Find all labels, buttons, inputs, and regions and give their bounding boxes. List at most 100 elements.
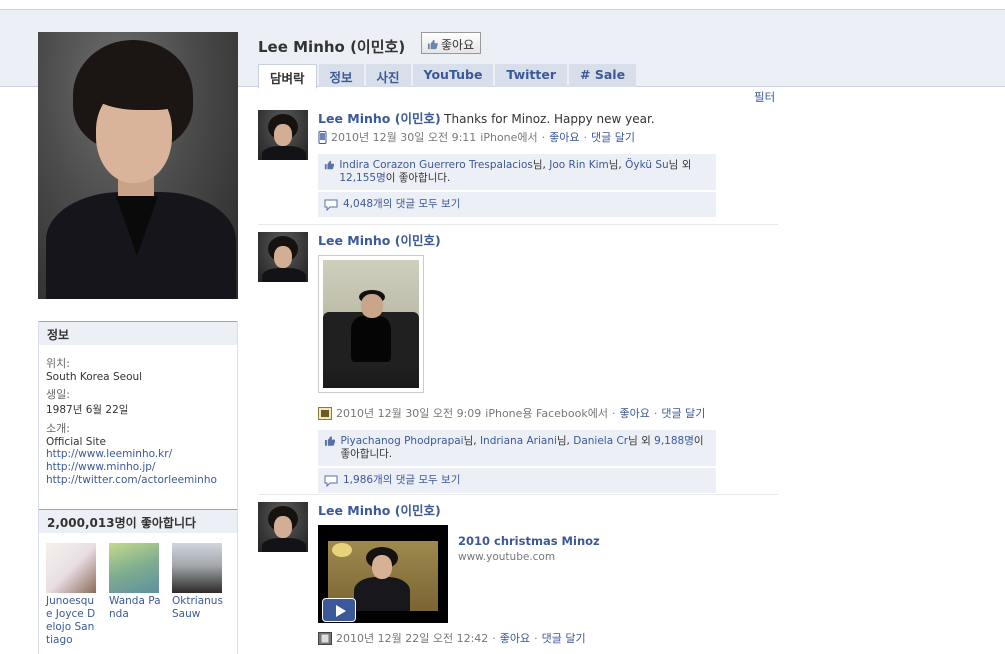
comment-action[interactable]: 댓글 달기 bbox=[542, 630, 586, 646]
liker-separator: 님, bbox=[463, 435, 477, 447]
video-source: www.youtube.com bbox=[458, 551, 556, 563]
video-thumbnail[interactable] bbox=[318, 525, 448, 623]
fan-avatar[interactable] bbox=[46, 543, 96, 593]
fan-name[interactable]: Oktrianus Sauw bbox=[172, 595, 224, 621]
liker-separator: 님, bbox=[608, 159, 622, 171]
story-time[interactable]: 2010년 12월 22일 오전 12:42 bbox=[336, 630, 488, 646]
page-title[interactable]: Lee Minho (이민호) bbox=[258, 36, 405, 57]
info-box: 정보 위치: South Korea Seoul 생일: 1987년 6월 22… bbox=[38, 321, 238, 654]
film-strip-icon bbox=[318, 631, 332, 645]
likes-summary: Indira Corazon Guerrero Trespalacios님, J… bbox=[318, 154, 716, 190]
story-meta: 2010년 12월 30일 오전 9:09 iPhone용 Facebook에서… bbox=[318, 405, 718, 421]
fan-item[interactable]: Junoesque Joyce Delojo Santiago bbox=[46, 543, 98, 647]
location-value: South Korea Seoul bbox=[46, 371, 143, 383]
fan-item[interactable]: Oktrianus Sauw bbox=[172, 543, 224, 621]
story-actor[interactable]: Lee Minho (이민호) bbox=[318, 503, 441, 518]
story-avatar[interactable] bbox=[258, 232, 308, 282]
liker-name[interactable]: Indira Corazon Guerrero Trespalacios bbox=[339, 159, 533, 171]
story-source: iPhone에서 bbox=[480, 131, 538, 144]
meta-separator: · bbox=[541, 130, 546, 144]
photo-attachment[interactable] bbox=[318, 255, 424, 393]
play-icon[interactable] bbox=[322, 598, 356, 622]
video-attachment: 2010 christmas Minoz www.youtube.com bbox=[318, 525, 718, 623]
comment-action[interactable]: 댓글 달기 bbox=[591, 129, 635, 145]
comment-action[interactable]: 댓글 달기 bbox=[661, 405, 705, 421]
meta-separator: · bbox=[653, 406, 658, 420]
others-prefix: 외 bbox=[681, 159, 692, 171]
fan-avatar[interactable] bbox=[109, 543, 159, 593]
liker-separator: 님 bbox=[668, 159, 679, 171]
view-comments-row[interactable]: 1,986개의 댓글 모두 보기 bbox=[318, 468, 716, 493]
thumbs-up-icon bbox=[324, 436, 336, 446]
liker-name[interactable]: Daniela Cr bbox=[573, 435, 628, 447]
tab-photos[interactable]: 사진 bbox=[365, 64, 411, 87]
twitter-link[interactable]: http://twitter.com/actorleeminho bbox=[46, 474, 230, 487]
like-action[interactable]: 좋아요 bbox=[549, 129, 579, 145]
tab-wall[interactable]: 담벼락 bbox=[258, 64, 317, 89]
story-actor[interactable]: Lee Minho (이민호) bbox=[318, 233, 441, 248]
like-action[interactable]: 좋아요 bbox=[500, 630, 530, 646]
others-count-link[interactable]: 9,188명 bbox=[654, 435, 694, 447]
story-avatar[interactable] bbox=[258, 502, 308, 552]
like-page-button[interactable]: 좋아요 bbox=[421, 32, 482, 54]
liker-name[interactable]: Joo Rin Kim bbox=[549, 159, 609, 171]
view-all-comments-link[interactable]: 4,048개의 댓글 모두 보기 bbox=[343, 198, 460, 211]
likes-summary: Piyachanog Phodprapai님, Indriana Ariani님… bbox=[318, 430, 716, 466]
mobile-phone-icon bbox=[318, 130, 327, 144]
comment-bubble-icon bbox=[324, 199, 338, 211]
website-link-1[interactable]: http://www.leeminho.kr/ bbox=[46, 448, 230, 461]
meta-separator: · bbox=[583, 130, 588, 144]
liker-name[interactable]: Indriana Ariani bbox=[480, 435, 557, 447]
liker-name[interactable]: Öykü Su bbox=[625, 159, 669, 171]
story-actor[interactable]: Lee Minho (이민호) bbox=[318, 111, 441, 126]
story-meta: 2010년 12월 22일 오전 12:42 · 좋아요 · 댓글 달기 bbox=[318, 630, 718, 646]
liker-separator: 님, bbox=[532, 159, 546, 171]
photo-app-icon bbox=[318, 406, 332, 420]
meta-separator: · bbox=[611, 406, 616, 420]
liker-separator: 님 bbox=[628, 435, 638, 447]
like-action[interactable]: 좋아요 bbox=[619, 405, 649, 421]
view-comments-row[interactable]: 4,048개의 댓글 모두 보기 bbox=[318, 192, 716, 217]
tab-bar: 담벼락 정보 사진 YouTube Twitter # Sale bbox=[258, 64, 638, 89]
tab-twitter[interactable]: Twitter bbox=[495, 64, 568, 87]
story-message: Thanks for Minoz. Happy new year. bbox=[444, 112, 655, 126]
likes-suffix: 이 좋아합니다. bbox=[385, 172, 451, 184]
story-time[interactable]: 2010년 12월 30일 오전 9:09 bbox=[336, 405, 481, 421]
story-time[interactable]: 2010년 12월 30일 오전 9:11 bbox=[331, 129, 476, 145]
profile-picture[interactable] bbox=[38, 32, 238, 299]
birthday-label: 생일: bbox=[46, 388, 70, 401]
others-count-link[interactable]: 12,155명 bbox=[339, 172, 385, 184]
liker-name[interactable]: Piyachanog Phodprapai bbox=[340, 435, 463, 447]
likes-count-heading[interactable]: 2,000,013명이 좋아합니다 bbox=[39, 509, 237, 533]
meta-separator: · bbox=[492, 631, 496, 645]
story-source: iPhone용 Facebook에서 bbox=[485, 407, 608, 420]
others-prefix: 외 bbox=[641, 435, 651, 447]
story-divider bbox=[258, 224, 778, 225]
like-button-label: 좋아요 bbox=[441, 37, 475, 52]
fan-item[interactable]: Wanda Panda bbox=[109, 543, 161, 621]
tab-youtube[interactable]: YouTube bbox=[412, 64, 494, 87]
story-divider bbox=[258, 494, 778, 495]
liker-separator: 님, bbox=[556, 435, 570, 447]
fan-avatar[interactable] bbox=[172, 543, 222, 593]
about-label: 소개: bbox=[46, 422, 70, 435]
tab-info[interactable]: 정보 bbox=[318, 64, 364, 87]
fan-name[interactable]: Junoesque Joyce Delojo Santiago bbox=[46, 595, 98, 647]
meta-separator: · bbox=[534, 631, 538, 645]
thumbs-up-icon bbox=[324, 160, 335, 170]
tab-sale[interactable]: # Sale bbox=[569, 64, 637, 87]
official-site-label: Official Site bbox=[46, 436, 106, 448]
video-title-link[interactable]: 2010 christmas Minoz bbox=[458, 534, 600, 548]
location-label: 위치: bbox=[46, 357, 70, 370]
website-link-2[interactable]: http://www.minho.jp/ bbox=[46, 461, 230, 474]
filter-link[interactable]: 필터 bbox=[754, 89, 775, 105]
info-heading: 정보 bbox=[39, 321, 237, 345]
thumbs-up-icon bbox=[427, 39, 438, 49]
fan-name[interactable]: Wanda Panda bbox=[109, 595, 161, 621]
birthday-value: 1987년 6월 22일 bbox=[46, 404, 129, 416]
story-avatar[interactable] bbox=[258, 110, 308, 160]
story-meta: 2010년 12월 30일 오전 9:11 iPhone에서 · 좋아요 · 댓… bbox=[318, 129, 718, 145]
comment-bubble-icon bbox=[324, 475, 338, 487]
view-all-comments-link[interactable]: 1,986개의 댓글 모두 보기 bbox=[343, 474, 460, 487]
top-bar bbox=[0, 0, 1005, 10]
